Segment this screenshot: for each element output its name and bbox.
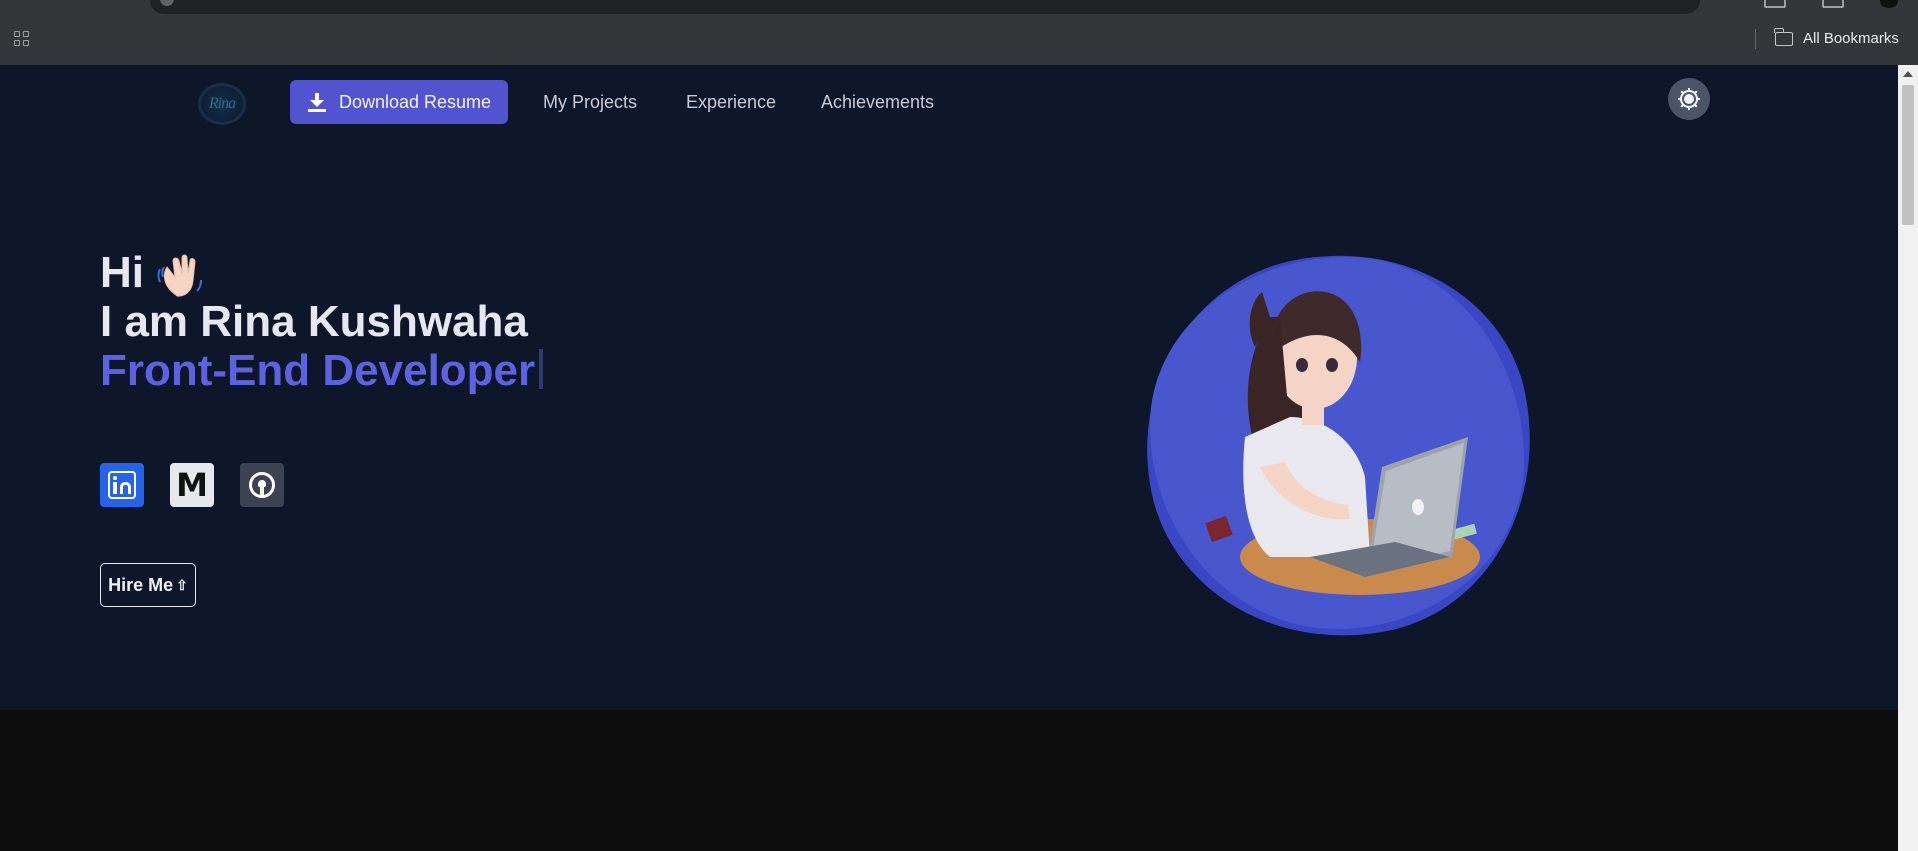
all-bookmarks-label: All Bookmarks — [1803, 30, 1899, 47]
role-heading: Front-End Developer — [100, 346, 544, 396]
next-section — [0, 710, 1898, 851]
github-button[interactable] — [240, 463, 284, 507]
browser-chrome: ✕ All Bookmarks — [0, 0, 1918, 65]
scroll-thumb[interactable] — [1902, 85, 1914, 225]
extensions-icon[interactable] — [1764, 0, 1786, 8]
toolbar-icons — [1764, 0, 1898, 8]
gmail-icon: M — [176, 466, 208, 504]
theme-toggle-button[interactable] — [1668, 78, 1710, 120]
developer-illustration — [1205, 291, 1480, 595]
github-icon — [249, 472, 275, 498]
nav-link-achievements[interactable]: Achievements — [821, 92, 934, 113]
typing-cursor — [539, 349, 544, 389]
hire-me-button[interactable]: Hire Me ⇧ — [100, 563, 196, 607]
bookmarks-divider — [1755, 29, 1756, 49]
all-bookmarks-button[interactable]: All Bookmarks — [1774, 27, 1899, 47]
waving-hand-icon — [157, 254, 202, 297]
nav-link-my-projects[interactable]: My Projects — [543, 92, 637, 113]
download-icon — [307, 92, 327, 112]
page-scrollbar[interactable] — [1898, 65, 1918, 851]
name-heading: I am Rina Kushwaha — [100, 297, 528, 346]
download-resume-button[interactable]: Download Resume — [290, 80, 508, 124]
gmail-button[interactable]: M — [170, 463, 214, 507]
site-logo[interactable]: Rina — [198, 83, 246, 125]
folder-icon — [1774, 27, 1793, 46]
sidepanel-icon[interactable] — [1822, 0, 1844, 8]
address-bar[interactable]: ✕ — [150, 0, 1700, 14]
arrow-up-icon: ⇧ — [176, 576, 188, 593]
download-resume-label: Download Resume — [338, 91, 492, 112]
scroll-up-icon[interactable] — [1903, 71, 1913, 77]
linkedin-icon — [108, 471, 136, 499]
sun-icon — [1678, 88, 1700, 110]
linkedin-button[interactable] — [100, 463, 144, 507]
clear-icon[interactable]: ✕ — [1671, 0, 1686, 5]
nav-link-experience[interactable]: Experience — [686, 92, 776, 113]
site-info-icon[interactable] — [160, 0, 174, 6]
hire-me-label: Hire Me — [108, 574, 174, 595]
avatar-blob — [1150, 257, 1524, 629]
role-text: Front-End Developer — [100, 346, 536, 395]
profile-avatar[interactable] — [1880, 0, 1898, 8]
greeting-heading: Hi — [100, 248, 144, 297]
apps-grid-icon[interactable] — [14, 31, 32, 49]
